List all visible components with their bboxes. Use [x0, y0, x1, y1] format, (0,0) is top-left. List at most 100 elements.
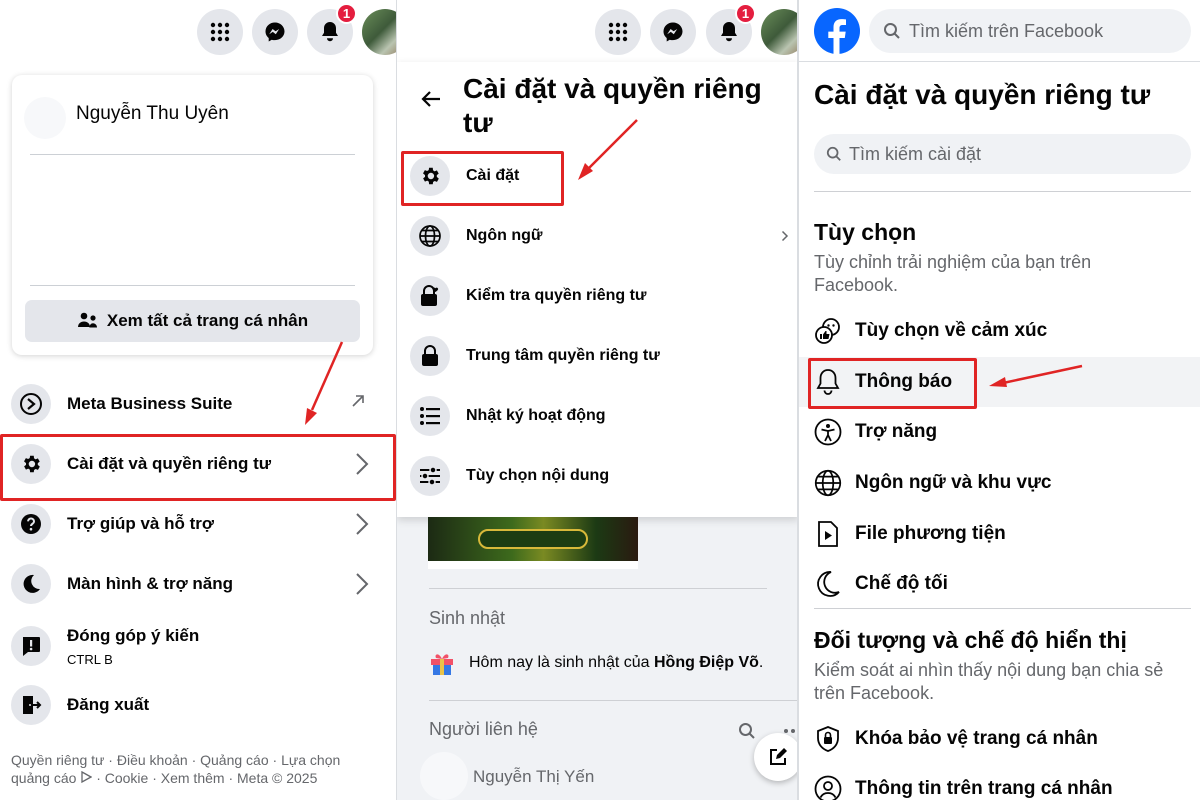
settings-item-reaction-preferences[interactable]: Tùy chọn về cảm xúc [799, 306, 1200, 356]
footer-line[interactable]: Quyền riêng tư · Điều khoản · Quảng cáo … [11, 751, 340, 769]
birthday-row[interactable]: Hôm nay là sinh nhật của Hồng Điệp Võ. [429, 650, 763, 676]
settings-item-label: Khóa bảo vệ trang cá nhân [855, 728, 1098, 749]
settings-item-profile-details[interactable]: Thông tin trên trang cá nhân [799, 764, 1200, 800]
profile-name[interactable]: Nguyễn Thu Uyên [76, 103, 229, 125]
settings-item-accessibility[interactable]: Trợ năng [799, 407, 1200, 457]
menu-item-privacy-center[interactable]: Trung tâm quyền riêng tư [397, 326, 799, 386]
settings-item-profile-lock[interactable]: Khóa bảo vệ trang cá nhân [799, 714, 1200, 764]
accessibility-icon [814, 418, 842, 446]
menu-item-label: Đăng xuất [67, 695, 150, 714]
profile-avatar[interactable] [24, 97, 66, 139]
menu-item-privacy-checkup[interactable]: Kiểm tra quyền riêng tư [397, 266, 799, 326]
birthday-prefix: Hôm nay là sinh nhật của [469, 654, 654, 671]
language-region-icon-wrap [813, 468, 843, 498]
logout-icon [23, 696, 42, 714]
privacy-checkup-icon-wrap [410, 276, 450, 316]
activity-log-icon-wrap [410, 396, 450, 436]
description-line: trên Facebook. [814, 683, 935, 703]
notifications-button[interactable]: 1 [706, 3, 756, 55]
accessibility-icon-wrap [813, 417, 843, 447]
profile-details-icon-wrap [813, 774, 843, 800]
back-arrow-icon[interactable] [421, 90, 441, 108]
language-icon-wrap [410, 216, 450, 256]
search-placeholder: Tìm kiếm trên Facebook [909, 20, 1104, 41]
menu-item-logout[interactable]: Đăng xuất [0, 675, 395, 735]
help-icon-wrap [11, 504, 51, 544]
banner-strip [428, 561, 638, 569]
divider [429, 700, 799, 701]
see-all-profiles-button[interactable]: Xem tất cả trang cá nhân [25, 300, 360, 342]
profile-icon [814, 775, 842, 800]
highlight-box [401, 151, 564, 206]
account-menu-panel: 1 Nguyễn Thu Uyên Xem tất cả trang cá nh… [0, 0, 397, 800]
contact-name[interactable]: Nguyễn Thị Yến [473, 767, 594, 787]
logout-icon-wrap [11, 685, 51, 725]
content-preferences-icon-wrap [410, 456, 450, 496]
birthday-person[interactable]: Hồng Điệp Võ [654, 654, 759, 671]
moon-icon [23, 574, 40, 593]
notification-badge: 1 [336, 3, 357, 24]
display-icon-wrap [11, 564, 51, 604]
ad-choices-icon [81, 770, 93, 784]
menu-item-label: Trợ giúp và hỗ trợ [67, 514, 214, 533]
settings-privacy-panel: 1 Cài đặt và quyền riêng tư Cài đặt Ngôn… [397, 0, 799, 800]
page-title: Cài đặt và quyền riêng tư [814, 79, 1151, 110]
messenger-button[interactable] [650, 9, 696, 55]
account-avatar[interactable] [761, 9, 799, 55]
title-line: tư [463, 107, 493, 138]
reactions-icon [815, 318, 840, 344]
menu-item-language[interactable]: Ngôn ngữ [397, 206, 799, 266]
menu-item-label: Nhật ký hoạt động [466, 407, 606, 424]
description-line: Kiểm soát ai nhìn thấy nội dung bạn chia… [814, 660, 1164, 680]
settings-item-language-region[interactable]: Ngôn ngữ và khu vực [799, 458, 1200, 508]
menu-item-give-feedback[interactable]: Đóng góp ý kiến CTRL B [0, 614, 395, 678]
facebook-logo-icon[interactable] [813, 7, 861, 55]
settings-search-input[interactable]: Tìm kiếm cài đặt [814, 134, 1191, 174]
feedback-icon [23, 637, 40, 656]
notifications-button[interactable]: 1 [307, 3, 357, 55]
menu-item-activity-log[interactable]: Nhật ký hoạt động [397, 386, 799, 446]
profiles-icon [77, 312, 97, 328]
menu-item-label: Kiểm tra quyền riêng tư [466, 287, 647, 304]
description-line: Tùy chỉnh trải nghiệm của bạn trên [814, 252, 1092, 272]
new-message-button[interactable] [754, 733, 799, 781]
messenger-button[interactable] [252, 9, 298, 55]
settings-page-panel: Tìm kiếm trên Facebook Cài đặt và quyền … [799, 0, 1200, 800]
globe-icon [814, 469, 842, 497]
title-line: Cài đặt và quyền riêng [463, 73, 762, 104]
footer-links[interactable]: Quyền riêng tư · Điều khoản · Quảng cáo … [11, 751, 340, 787]
menu-item-content-preferences[interactable]: Tùy chọn nội dung [397, 446, 799, 506]
messenger-icon [663, 22, 683, 42]
shield-lock-icon [817, 726, 839, 752]
menu-item-help-support[interactable]: Trợ giúp và hỗ trợ [0, 494, 395, 554]
facebook-search-input[interactable]: Tìm kiếm trên Facebook [869, 9, 1191, 53]
search-icon [884, 23, 900, 39]
footer-link-ad-choices[interactable]: quảng cáo [11, 770, 76, 786]
profile-lock-icon-wrap [813, 724, 843, 754]
footer-line-rest[interactable]: · Cookie · Xem thêm · Meta © 2025 [96, 770, 317, 786]
footer-line[interactable]: quảng cáo · Cookie · Xem thêm · Meta © 2… [11, 769, 340, 787]
moon-icon [817, 571, 840, 597]
settings-item-dark-mode[interactable]: Chế độ tối [799, 559, 1200, 609]
menu-item-label: Màn hình & trợ năng [67, 574, 234, 593]
menu-button[interactable] [197, 9, 243, 55]
menu-item-label: Meta Business Suite [67, 394, 233, 413]
divider [30, 285, 355, 286]
menu-item-meta-business-suite[interactable]: Meta Business Suite [0, 374, 395, 434]
contact-avatar[interactable] [420, 752, 468, 800]
sponsored-image[interactable] [428, 517, 638, 569]
section-title-audience: Đối tượng và chế độ hiển thị [814, 627, 1127, 653]
settings-item-label: Thông tin trên trang cá nhân [855, 778, 1113, 799]
settings-item-label: Chế độ tối [855, 573, 948, 594]
settings-item-media[interactable]: File phương tiện [799, 509, 1200, 559]
meta-business-icon-wrap [11, 384, 51, 424]
search-icon[interactable] [738, 722, 756, 740]
birthdays-heading: Sinh nhật [429, 608, 506, 628]
birthday-text: Hôm nay là sinh nhật của Hồng Điệp Võ. [469, 654, 763, 672]
menu-button[interactable] [595, 9, 641, 55]
menu-item-display-accessibility[interactable]: Màn hình & trợ năng [0, 554, 395, 614]
birthday-period: . [758, 654, 764, 671]
settings-search-placeholder: Tìm kiếm cài đặt [849, 143, 982, 164]
divider [429, 588, 767, 589]
lock-heart-icon [421, 285, 439, 306]
